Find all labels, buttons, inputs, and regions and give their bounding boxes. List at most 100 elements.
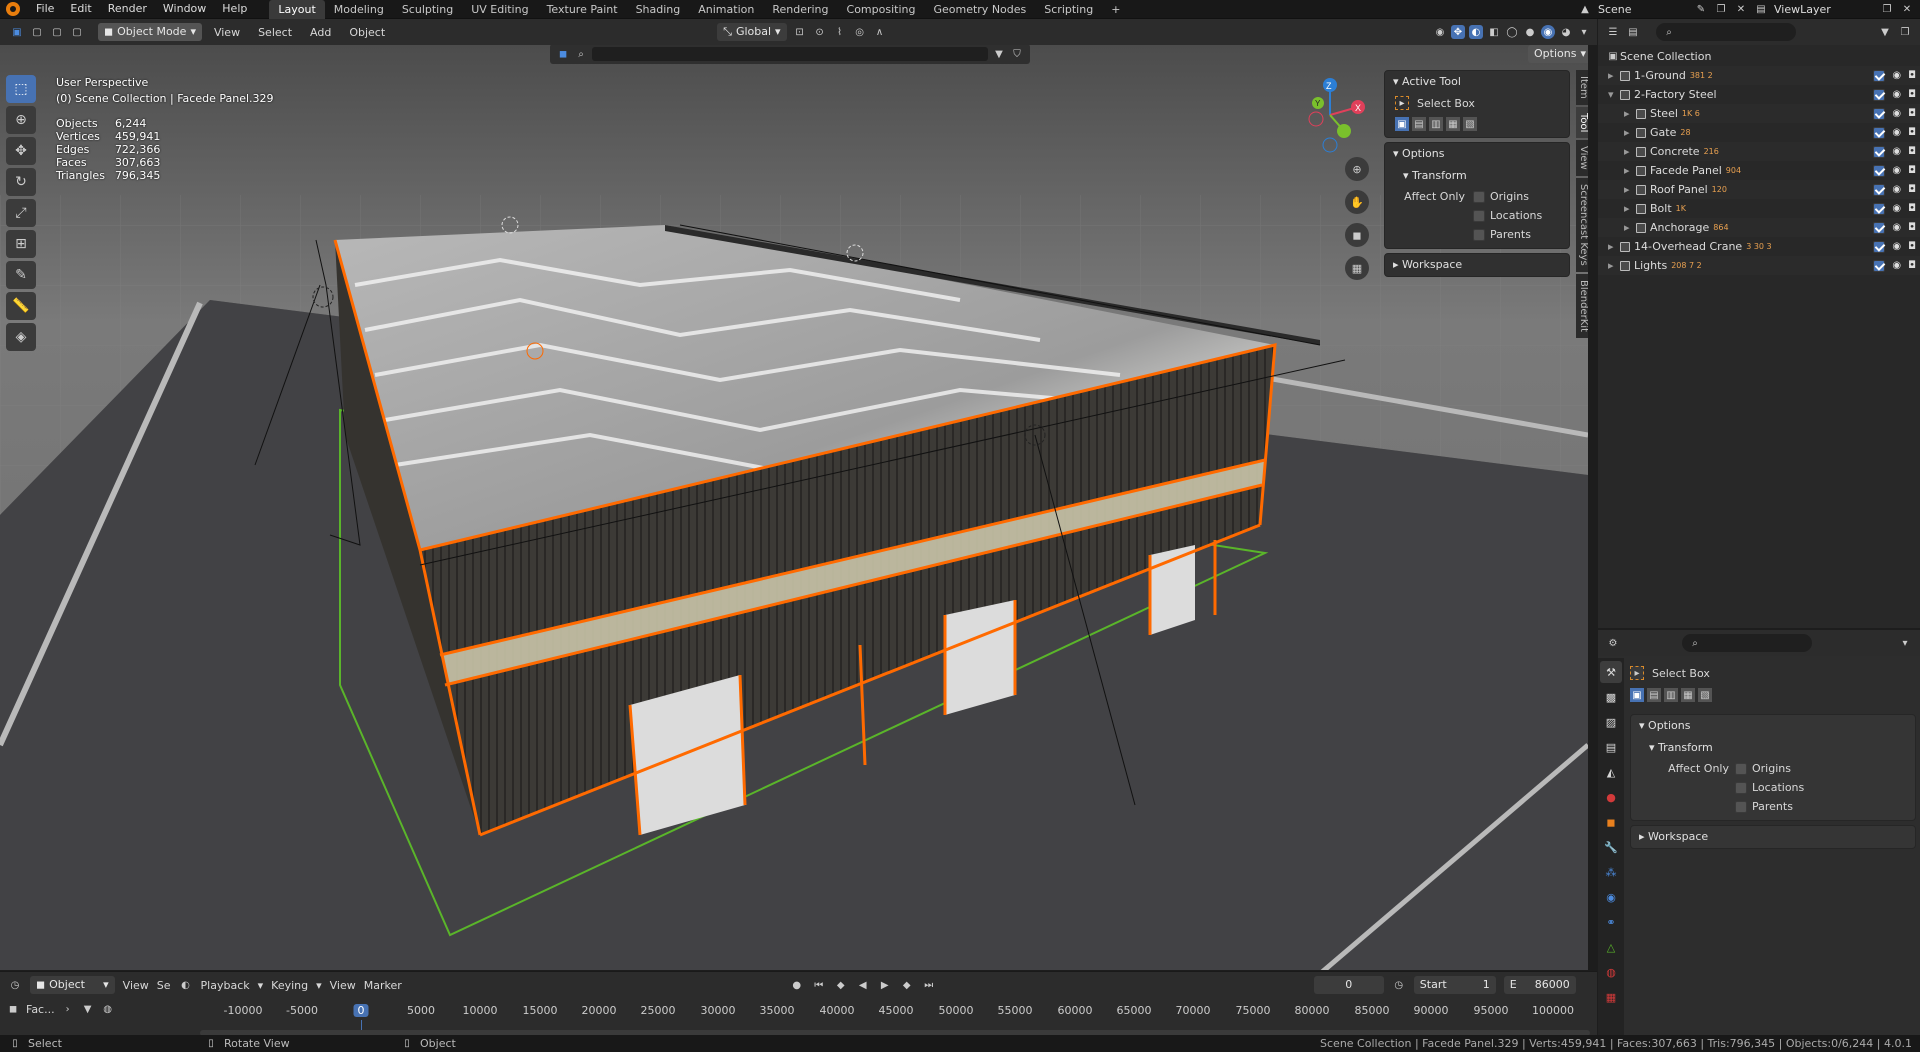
transform-tool-icon[interactable]: ⊞ (6, 230, 36, 258)
annotate-tool-icon[interactable]: ✎ (6, 261, 36, 289)
eye-icon[interactable]: ◉ (1892, 165, 1901, 177)
world-tab-icon[interactable]: ● (1600, 786, 1622, 808)
eye-icon[interactable]: ◉ (1892, 241, 1901, 253)
eye-icon[interactable]: ◉ (1892, 127, 1901, 139)
menu-help[interactable]: Help (214, 0, 255, 18)
render-tab-icon[interactable]: ▩ (1600, 686, 1622, 708)
orientation-dropdown[interactable]: ⤡ Global ▾ (717, 23, 787, 41)
tab-view[interactable]: View (1576, 140, 1588, 176)
tab-tool[interactable]: Tool (1576, 106, 1588, 139)
view-layer-icon[interactable]: ▤ (1754, 2, 1768, 16)
chevron-down-icon[interactable]: ▾ (1898, 636, 1912, 650)
outliner-search-input[interactable]: ⌕ (1656, 23, 1796, 41)
visibility-toggles[interactable]: ◉ ◘ (1873, 259, 1916, 272)
visibility-toggles[interactable]: ◉ ◘ (1873, 145, 1916, 158)
add-cube-tool-icon[interactable]: ◈ (6, 323, 36, 351)
locations-checkbox[interactable] (1473, 209, 1485, 222)
add-workspace-icon[interactable]: + (1102, 0, 1129, 19)
restrict-icon[interactable]: ⛉ (1010, 47, 1024, 61)
mode-dropdown[interactable]: ◼ Object Mode ▾ (98, 23, 202, 41)
editor-type-icon[interactable]: ☰ (1606, 25, 1620, 39)
delete-view-layer-icon[interactable]: ✕ (1900, 2, 1914, 16)
tab-shading[interactable]: Shading (627, 0, 690, 19)
workspace-header[interactable]: ▸ Workspace (1631, 826, 1915, 848)
menu-window[interactable]: Window (155, 0, 214, 18)
menu-select[interactable]: Se (157, 979, 171, 992)
data-tab-icon[interactable]: △ (1600, 936, 1622, 958)
list-item[interactable]: ▸ Roof Panel 120 ◉ ◘ (1598, 180, 1920, 199)
origins-checkbox[interactable] (1735, 762, 1747, 775)
mode-set-icon[interactable]: ▣ (1395, 117, 1409, 131)
properties-search-input[interactable]: ⌕ (1682, 634, 1812, 652)
keyframe-type-icon[interactable]: ◐ (179, 978, 193, 992)
tab-item[interactable]: Item (1576, 70, 1588, 105)
delete-scene-icon[interactable]: ✕ (1734, 2, 1748, 16)
transform-header[interactable]: ▾ Transform (1385, 165, 1569, 187)
camera-icon[interactable]: ◘ (1908, 184, 1916, 196)
physics-tab-icon[interactable]: ◉ (1600, 886, 1622, 908)
texture-tab-icon[interactable]: ▦ (1600, 986, 1622, 1008)
menu-view[interactable]: View (123, 979, 149, 992)
falloff-icon[interactable]: ∧ (873, 25, 887, 39)
select-box-tool-icon[interactable]: ⬚ (6, 75, 36, 103)
eye-icon[interactable]: ◉ (1892, 89, 1901, 101)
list-item[interactable]: ▸ Anchorage 864 ◉ ◘ (1598, 218, 1920, 237)
filter-icon[interactable]: ▼ (1878, 25, 1892, 39)
visibility-toggles[interactable]: ◉ ◘ (1873, 183, 1916, 196)
eye-icon[interactable]: ◉ (1892, 70, 1901, 82)
chevron-right-icon[interactable]: ▸ (1624, 107, 1636, 120)
modifier-tab-icon[interactable]: 🔧 (1600, 836, 1622, 858)
snap-icon[interactable]: ⊙ (813, 25, 827, 39)
summary-icon[interactable]: ◍ (101, 1002, 115, 1016)
scale-tool-icon[interactable]: ⤢ (6, 199, 36, 227)
chevron-right-icon[interactable]: ▸ (1624, 202, 1636, 215)
list-item[interactable]: ▸ Gate 28 ◉ ◘ (1598, 123, 1920, 142)
timeline-mode-dropdown[interactable]: ◼ Object ▾ (30, 976, 115, 994)
scene-icon[interactable]: ▲ (1578, 2, 1592, 16)
new-collection-icon[interactable]: ❐ (1898, 25, 1912, 39)
list-item[interactable]: ▸ Facede Panel 904 ◉ ◘ (1598, 161, 1920, 180)
prev-keyframe-icon[interactable]: ◆ (834, 978, 848, 992)
rotate-tool-icon[interactable]: ↻ (6, 168, 36, 196)
visibility-toggles[interactable]: ◉ ◘ (1873, 88, 1916, 101)
tab-uv-editing[interactable]: UV Editing (462, 0, 537, 19)
eye-icon[interactable]: ◉ (1892, 184, 1901, 196)
play-icon[interactable]: ▶ (878, 978, 892, 992)
material-shading-icon[interactable]: ◉ (1541, 25, 1555, 39)
zoom-icon[interactable]: ⊕ (1345, 157, 1369, 181)
chevron-right-icon[interactable]: ▸ (1608, 259, 1620, 272)
tab-texture-paint[interactable]: Texture Paint (538, 0, 627, 19)
mode-difference-icon[interactable]: ▦ (1681, 688, 1695, 702)
rendered-shading-icon[interactable]: ◕ (1559, 25, 1573, 39)
wireframe-shading-icon[interactable]: ◯ (1505, 25, 1519, 39)
pivot-icon[interactable]: ⊡ (793, 25, 807, 39)
visibility-toggles[interactable]: ◉ ◘ (1873, 240, 1916, 253)
select-subtract-icon[interactable]: ▢ (50, 25, 64, 39)
chevron-right-icon[interactable]: ▸ (1608, 240, 1620, 253)
visibility-toggles[interactable]: ◉ ◘ (1873, 221, 1916, 234)
parents-checkbox[interactable] (1473, 228, 1485, 241)
options-header[interactable]: ▾ Options (1385, 143, 1569, 165)
object-tab-icon[interactable]: ◼ (1600, 811, 1622, 833)
visibility-toggles[interactable]: ◉ ◘ (1873, 69, 1916, 82)
chevron-right-icon[interactable]: ▸ (1624, 183, 1636, 196)
menu-keying[interactable]: Keying (271, 979, 308, 992)
menu-playback[interactable]: Playback (201, 979, 250, 992)
navigation-gizmo[interactable]: Z X Y (1290, 75, 1370, 155)
camera-icon[interactable]: ◼ (1345, 223, 1369, 247)
tab-compositing[interactable]: Compositing (838, 0, 925, 19)
mode-subtract-icon[interactable]: ▥ (1664, 688, 1678, 702)
list-item[interactable]: ▸ Lights 208 7 2 ◉ ◘ (1598, 256, 1920, 275)
menu-file[interactable]: File (28, 0, 62, 18)
scene-name[interactable]: Scene (1598, 3, 1688, 16)
tool-tab-icon[interactable]: ⚒ (1600, 661, 1622, 683)
filter-icon[interactable]: ▼ (81, 1002, 95, 1016)
mode-set-icon[interactable]: ▣ (1630, 688, 1644, 702)
list-item[interactable]: ▾ 2-Factory Steel ◉ ◘ (1598, 85, 1920, 104)
cursor-tool-icon[interactable]: ⊕ (6, 106, 36, 134)
menu-add[interactable]: Add (304, 26, 337, 39)
start-frame-field[interactable]: Start 1 (1413, 976, 1496, 994)
constraints-tab-icon[interactable]: ⚭ (1600, 911, 1622, 933)
camera-icon[interactable]: ◘ (1908, 222, 1916, 234)
new-view-layer-icon[interactable]: ❐ (1880, 2, 1894, 16)
